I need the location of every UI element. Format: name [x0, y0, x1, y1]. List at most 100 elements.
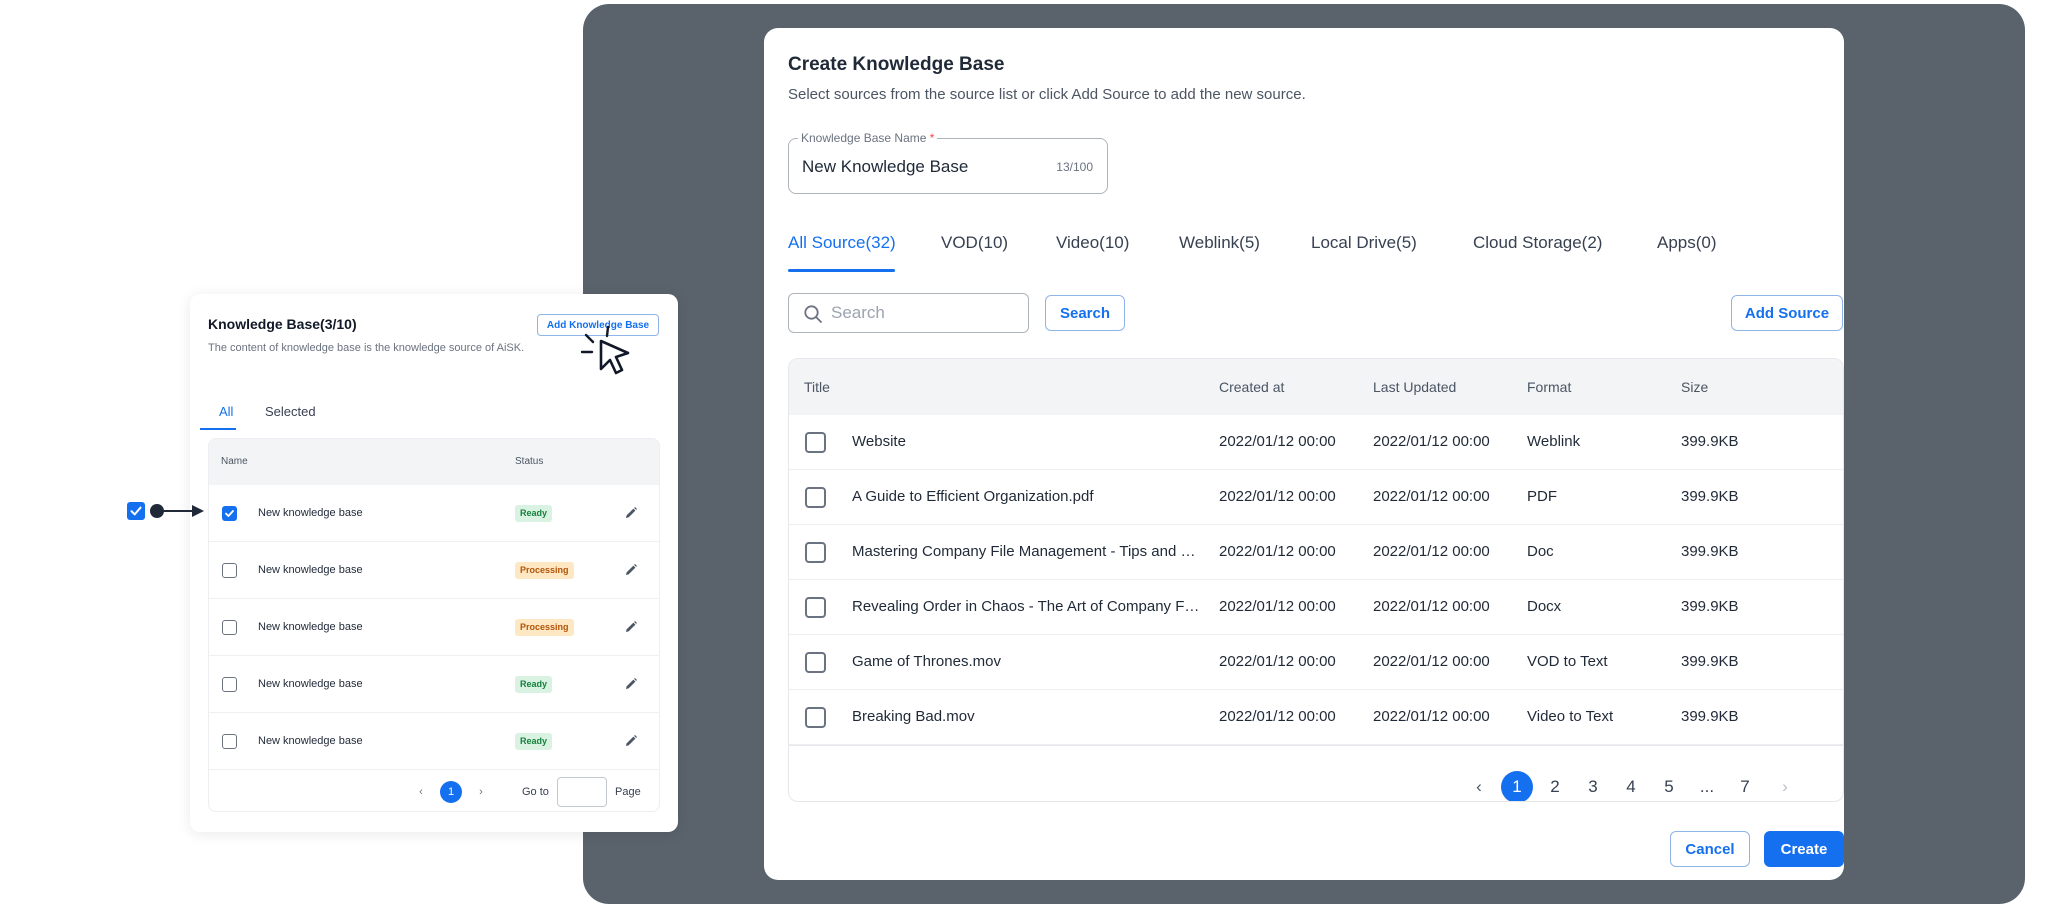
page-ellipsis[interactable]: ...: [1691, 771, 1723, 801]
kb-column-name: Name: [221, 456, 248, 467]
table-row[interactable]: A Guide to Efficient Organization.pdf 20…: [789, 470, 1843, 525]
row-checkbox[interactable]: [805, 707, 826, 728]
name-field-counter: 13/100: [1056, 160, 1093, 174]
page-button-2[interactable]: 2: [1539, 771, 1571, 801]
tab-video[interactable]: Video(10): [1056, 233, 1129, 253]
kb-row[interactable]: New knowledge base Processing: [209, 542, 659, 599]
table-row[interactable]: Website 2022/01/12 00:00 2022/01/12 00:0…: [789, 415, 1843, 470]
kb-page-label: Page: [615, 786, 641, 798]
kb-prev-page-button[interactable]: ‹: [410, 781, 432, 803]
knowledge-base-name-field[interactable]: Knowledge Base Name * New Knowledge Base…: [788, 130, 1108, 194]
row-updated: 2022/01/12 00:00: [1373, 653, 1490, 670]
kb-row-name: New knowledge base: [258, 735, 363, 747]
status-badge: Ready: [515, 505, 553, 522]
row-format: Docx: [1527, 598, 1562, 615]
next-page-button[interactable]: ›: [1769, 771, 1801, 801]
edit-pencil-icon[interactable]: [623, 733, 639, 749]
row-updated: 2022/01/12 00:00: [1373, 598, 1490, 615]
kb-panel-description: The content of knowledge base is the kno…: [208, 342, 525, 354]
row-updated: 2022/01/12 00:00: [1373, 488, 1490, 505]
kb-row-name: New knowledge base: [258, 564, 363, 576]
kb-page-button-1[interactable]: 1: [440, 781, 462, 803]
edit-pencil-icon[interactable]: [623, 676, 639, 692]
row-format: Video to Text: [1527, 708, 1614, 725]
checkmark-icon: [225, 510, 234, 517]
row-updated: 2022/01/12 00:00: [1373, 708, 1490, 725]
create-button[interactable]: Create: [1764, 831, 1844, 867]
name-field-value[interactable]: New Knowledge Base: [802, 157, 968, 177]
row-size: 399.9KB: [1681, 653, 1739, 670]
edit-pencil-icon[interactable]: [623, 505, 639, 521]
edit-pencil-icon[interactable]: [623, 562, 639, 578]
row-updated: 2022/01/12 00:00: [1373, 433, 1490, 450]
page-button-3[interactable]: 3: [1577, 771, 1609, 801]
create-knowledge-base-dialog: Create Knowledge Base Select sources fro…: [764, 28, 1844, 880]
kb-tab-selected[interactable]: Selected: [265, 404, 316, 419]
cancel-button[interactable]: Cancel: [1670, 831, 1750, 867]
dialog-title: Create Knowledge Base: [788, 54, 1005, 75]
stage: Create Knowledge Base Select sources fro…: [0, 0, 2063, 908]
row-created: 2022/01/12 00:00: [1219, 433, 1336, 450]
kb-tab-all[interactable]: All: [219, 404, 233, 419]
row-size: 399.9KB: [1681, 543, 1739, 560]
table-row[interactable]: Revealing Order in Chaos - The Art of Co…: [789, 580, 1843, 635]
search-box[interactable]: [788, 293, 1029, 333]
row-checkbox[interactable]: [805, 652, 826, 673]
row-created: 2022/01/12 00:00: [1219, 543, 1336, 560]
kb-row[interactable]: New knowledge base Ready: [209, 485, 659, 542]
table-row[interactable]: Game of Thrones.mov 2022/01/12 00:00 202…: [789, 635, 1843, 690]
column-header-format: Format: [1527, 379, 1572, 395]
page-button-1[interactable]: 1: [1501, 771, 1533, 801]
status-badge: Ready: [515, 733, 553, 750]
kb-goto-input[interactable]: [557, 777, 607, 807]
kb-row-checkbox-checked[interactable]: [222, 506, 237, 521]
tab-vod[interactable]: VOD(10): [941, 233, 1008, 253]
kb-table: Name Status New knowledge base Ready New…: [208, 438, 660, 812]
page-button-4[interactable]: 4: [1615, 771, 1647, 801]
kb-row-checkbox[interactable]: [222, 734, 237, 749]
table-row[interactable]: Mastering Company File Management - Tips…: [789, 525, 1843, 580]
column-header-updated: Last Updated: [1373, 379, 1457, 395]
search-button[interactable]: Search: [1045, 295, 1125, 331]
page-button-7[interactable]: 7: [1729, 771, 1761, 801]
name-field-label-text: Knowledge Base Name: [801, 131, 927, 145]
kb-row-checkbox[interactable]: [222, 563, 237, 578]
edit-pencil-icon[interactable]: [623, 619, 639, 635]
row-title: A Guide to Efficient Organization.pdf: [852, 488, 1094, 505]
row-created: 2022/01/12 00:00: [1219, 708, 1336, 725]
page-button-5[interactable]: 5: [1653, 771, 1685, 801]
kb-next-page-button[interactable]: ›: [470, 781, 492, 803]
tab-apps[interactable]: Apps(0): [1657, 233, 1717, 253]
row-title: Revealing Order in Chaos - The Art of Co…: [852, 598, 1202, 615]
row-checkbox[interactable]: [805, 487, 826, 508]
add-source-button[interactable]: Add Source: [1731, 295, 1843, 331]
table-row[interactable]: Breaking Bad.mov 2022/01/12 00:00 2022/0…: [789, 690, 1843, 745]
status-badge: Processing: [515, 619, 574, 636]
row-title: Website: [852, 433, 906, 450]
row-format: VOD to Text: [1527, 653, 1608, 670]
kb-table-header: Name Status: [209, 439, 659, 485]
row-checkbox[interactable]: [805, 542, 826, 563]
kb-row-checkbox[interactable]: [222, 620, 237, 635]
active-tab-indicator: [788, 269, 895, 272]
tab-weblink[interactable]: Weblink(5): [1179, 233, 1260, 253]
kb-row[interactable]: New knowledge base Ready: [209, 656, 659, 713]
tab-cloud-storage[interactable]: Cloud Storage(2): [1473, 233, 1602, 253]
kb-row[interactable]: New knowledge base Processing: [209, 599, 659, 656]
tab-local-drive[interactable]: Local Drive(5): [1311, 233, 1417, 253]
kb-row[interactable]: New knowledge base Ready: [209, 713, 659, 770]
row-size: 399.9KB: [1681, 488, 1739, 505]
row-checkbox[interactable]: [805, 432, 826, 453]
status-badge: Processing: [515, 562, 574, 579]
search-input[interactable]: [831, 294, 1021, 332]
column-header-title: Title: [804, 379, 830, 395]
kb-pagination: ‹ 1 › Go to Page: [209, 769, 659, 811]
prev-page-button[interactable]: ‹: [1463, 771, 1495, 801]
kb-row-name: New knowledge base: [258, 678, 363, 690]
row-updated: 2022/01/12 00:00: [1373, 543, 1490, 560]
column-header-created: Created at: [1219, 379, 1285, 395]
required-mark: *: [929, 131, 935, 145]
row-checkbox[interactable]: [805, 597, 826, 618]
tab-all-source[interactable]: All Source(32): [788, 233, 896, 253]
kb-row-checkbox[interactable]: [222, 677, 237, 692]
